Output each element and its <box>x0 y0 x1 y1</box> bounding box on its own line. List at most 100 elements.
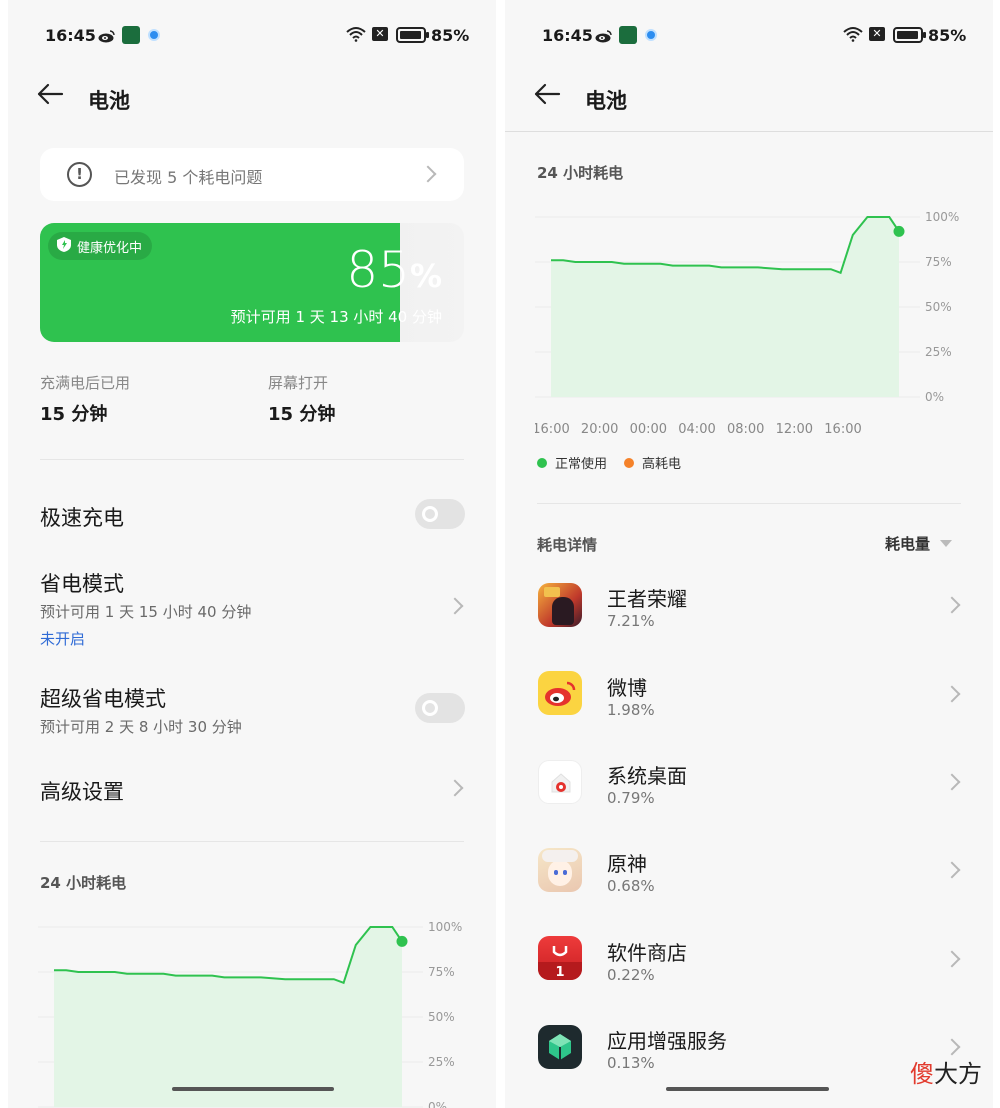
since-full-value: 15 分钟 <box>40 404 108 425</box>
battery-card: 健康优化中 85% 预计可用 1 天 13 小时 40 分钟 <box>40 223 464 342</box>
y-tick-label: 50% <box>428 1010 455 1024</box>
home-indicator[interactable] <box>666 1087 829 1091</box>
legend-high-dot <box>624 457 634 468</box>
chevron-right-icon <box>943 773 961 791</box>
app-enhance-icon <box>538 1025 582 1069</box>
usage-chart-title: 24 小时耗电 <box>40 874 127 892</box>
wifi-icon <box>843 26 863 46</box>
divider <box>537 503 961 504</box>
usage-chart-title: 24 小时耗电 <box>537 164 624 182</box>
shield-icon <box>56 236 72 257</box>
screen-on-label: 屏幕打开 <box>268 374 329 392</box>
usage-area <box>54 927 402 1107</box>
status-time: 16:45 <box>45 26 96 45</box>
app-name: 软件商店 <box>607 941 687 965</box>
back-arrow-icon[interactable] <box>36 82 64 113</box>
legend-normal-label: 正常使用 <box>555 457 608 472</box>
usage-chart: 100% 75% 50% 25% 0% <box>38 920 462 1108</box>
y-tick-label: 75% <box>428 965 455 979</box>
chevron-right-icon <box>446 597 464 615</box>
battery-percent-sign: % <box>409 257 442 295</box>
x-tick-label: 04:00 <box>678 422 715 437</box>
chevron-right-icon <box>943 1038 961 1056</box>
fast-charge-toggle[interactable] <box>415 499 465 529</box>
app-percent: 0.13% <box>607 1054 655 1072</box>
legend-normal-dot <box>537 457 547 468</box>
genshin-icon <box>538 848 582 892</box>
status-battery-percent: 85% <box>928 26 967 45</box>
page-title: 电池 <box>88 89 130 113</box>
watermark: 傻大方 <box>910 1054 982 1089</box>
app-name: 王者荣耀 <box>607 587 687 611</box>
advanced-settings-label: 高级设置 <box>40 780 124 804</box>
sort-label: 耗电量 <box>885 535 931 553</box>
no-sim-icon: ✕ <box>372 27 388 41</box>
home-indicator[interactable] <box>172 1087 334 1091</box>
battery-icon <box>893 27 927 47</box>
x-tick-label: 16:00 <box>535 422 570 437</box>
y-tick-label: 100% <box>428 920 462 934</box>
chevron-right-icon <box>943 596 961 614</box>
weibo-icon <box>538 671 582 715</box>
usage-area <box>551 217 899 397</box>
battery-estimate: 预计可用 1 天 13 小时 40 分钟 <box>230 308 442 326</box>
app-percent: 0.68% <box>607 877 655 895</box>
fast-charge-label: 极速充电 <box>40 506 124 530</box>
health-badge: 健康优化中 <box>48 232 153 260</box>
header-divider <box>505 131 993 132</box>
divider <box>40 459 464 460</box>
browser-status-icon <box>645 29 657 41</box>
chevron-right-icon <box>419 165 437 183</box>
right-screen: 16:45 ✕ 85% 电池 24 小时耗电 100% 75% 50% 25% 0% 16… <box>505 0 993 1108</box>
chevron-right-icon <box>943 950 961 968</box>
power-save-subtitle: 预计可用 1 天 15 小时 40 分钟 <box>40 603 252 621</box>
power-save-label: 省电模式 <box>40 572 124 596</box>
app-store-icon: 1 <box>538 936 582 980</box>
app-name: 原神 <box>607 852 647 876</box>
app-name: 应用增强服务 <box>607 1029 727 1053</box>
x-tick-label: 00:00 <box>630 422 667 437</box>
super-save-toggle[interactable] <box>415 693 465 723</box>
current-point <box>396 935 408 947</box>
app-percent: 1.98% <box>607 701 655 719</box>
oppo-status-icon <box>619 26 637 44</box>
issues-card[interactable]: ! 已发现 5 个耗电问题 <box>40 148 464 201</box>
y-tick-label: 25% <box>428 1055 455 1069</box>
browser-status-icon <box>148 29 160 41</box>
chevron-right-icon <box>446 779 464 797</box>
weibo-status-icon <box>98 28 116 43</box>
triangle-down-icon <box>940 540 953 547</box>
usage-chart: 100% 75% 50% 25% 0% 16:00 20:00 00:00 04:00 08:00… <box>535 210 959 437</box>
x-tick-label: 12:00 <box>776 422 813 437</box>
legend-normal: 正常使用 <box>537 453 607 472</box>
legend-high-label: 高耗电 <box>642 457 682 472</box>
sort-dropdown[interactable]: 耗电量 <box>885 533 953 554</box>
app-percent: 0.22% <box>607 966 655 984</box>
battery-percent-number: 85 <box>346 241 410 299</box>
wifi-icon <box>346 26 366 46</box>
x-tick-label: 16:00 <box>824 422 861 437</box>
oppo-status-icon <box>122 26 140 44</box>
current-point <box>893 225 905 237</box>
super-save-subtitle: 预计可用 2 天 8 小时 30 分钟 <box>40 718 242 736</box>
warning-icon: ! <box>67 162 92 187</box>
issues-text: 已发现 5 个耗电问题 <box>114 168 263 187</box>
status-time: 16:45 <box>542 26 593 45</box>
honor-of-kings-icon <box>538 583 582 627</box>
y-tick-label: 0% <box>428 1100 447 1108</box>
no-sim-icon: ✕ <box>869 27 885 41</box>
battery-percent: 85% <box>346 240 442 306</box>
back-arrow-icon[interactable] <box>533 82 561 113</box>
health-badge-label: 健康优化中 <box>77 240 143 256</box>
watermark-text: 傻大方 <box>910 1060 982 1088</box>
chevron-right-icon <box>943 685 961 703</box>
y-tick-label: 0% <box>925 390 944 404</box>
y-tick-label: 25% <box>925 345 952 359</box>
screen-on-value: 15 分钟 <box>268 404 336 425</box>
battery-icon <box>396 27 430 47</box>
since-full-label: 充满电后已用 <box>40 374 131 392</box>
app-percent: 7.21% <box>607 612 655 630</box>
y-tick-label: 50% <box>925 300 952 314</box>
divider <box>40 841 464 842</box>
app-percent: 0.79% <box>607 789 655 807</box>
